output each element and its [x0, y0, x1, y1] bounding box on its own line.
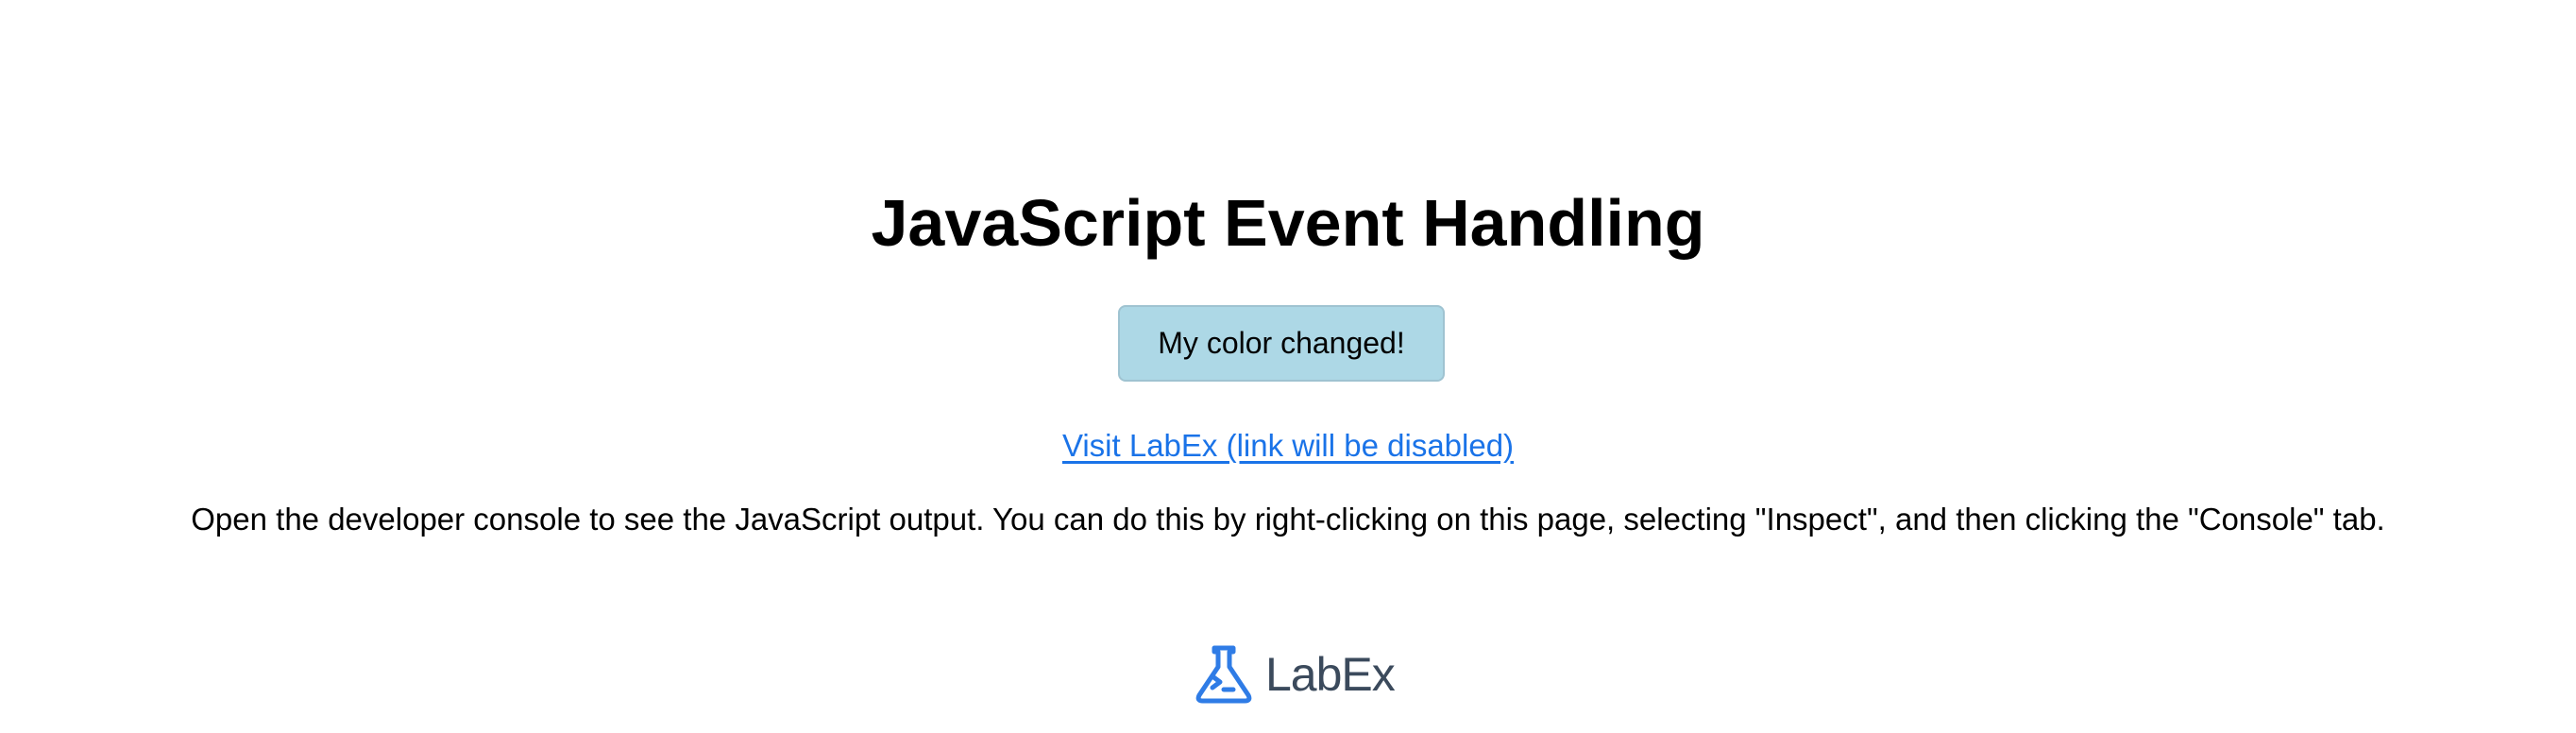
console-instructions: Open the developer console to see the Ja…	[191, 502, 2385, 537]
labex-logo-text: LabEx	[1265, 648, 1396, 701]
labex-logo: LabEx	[1192, 642, 1396, 707]
labex-link-container: Visit LabEx (link will be disabled)	[0, 423, 2576, 469]
page-title: JavaScript Event Handling	[871, 186, 1705, 260]
labex-flask-icon	[1195, 645, 1252, 704]
color-change-button[interactable]: My color changed!	[1118, 305, 1445, 382]
visit-labex-link[interactable]: Visit LabEx (link will be disabled)	[1062, 428, 1514, 463]
